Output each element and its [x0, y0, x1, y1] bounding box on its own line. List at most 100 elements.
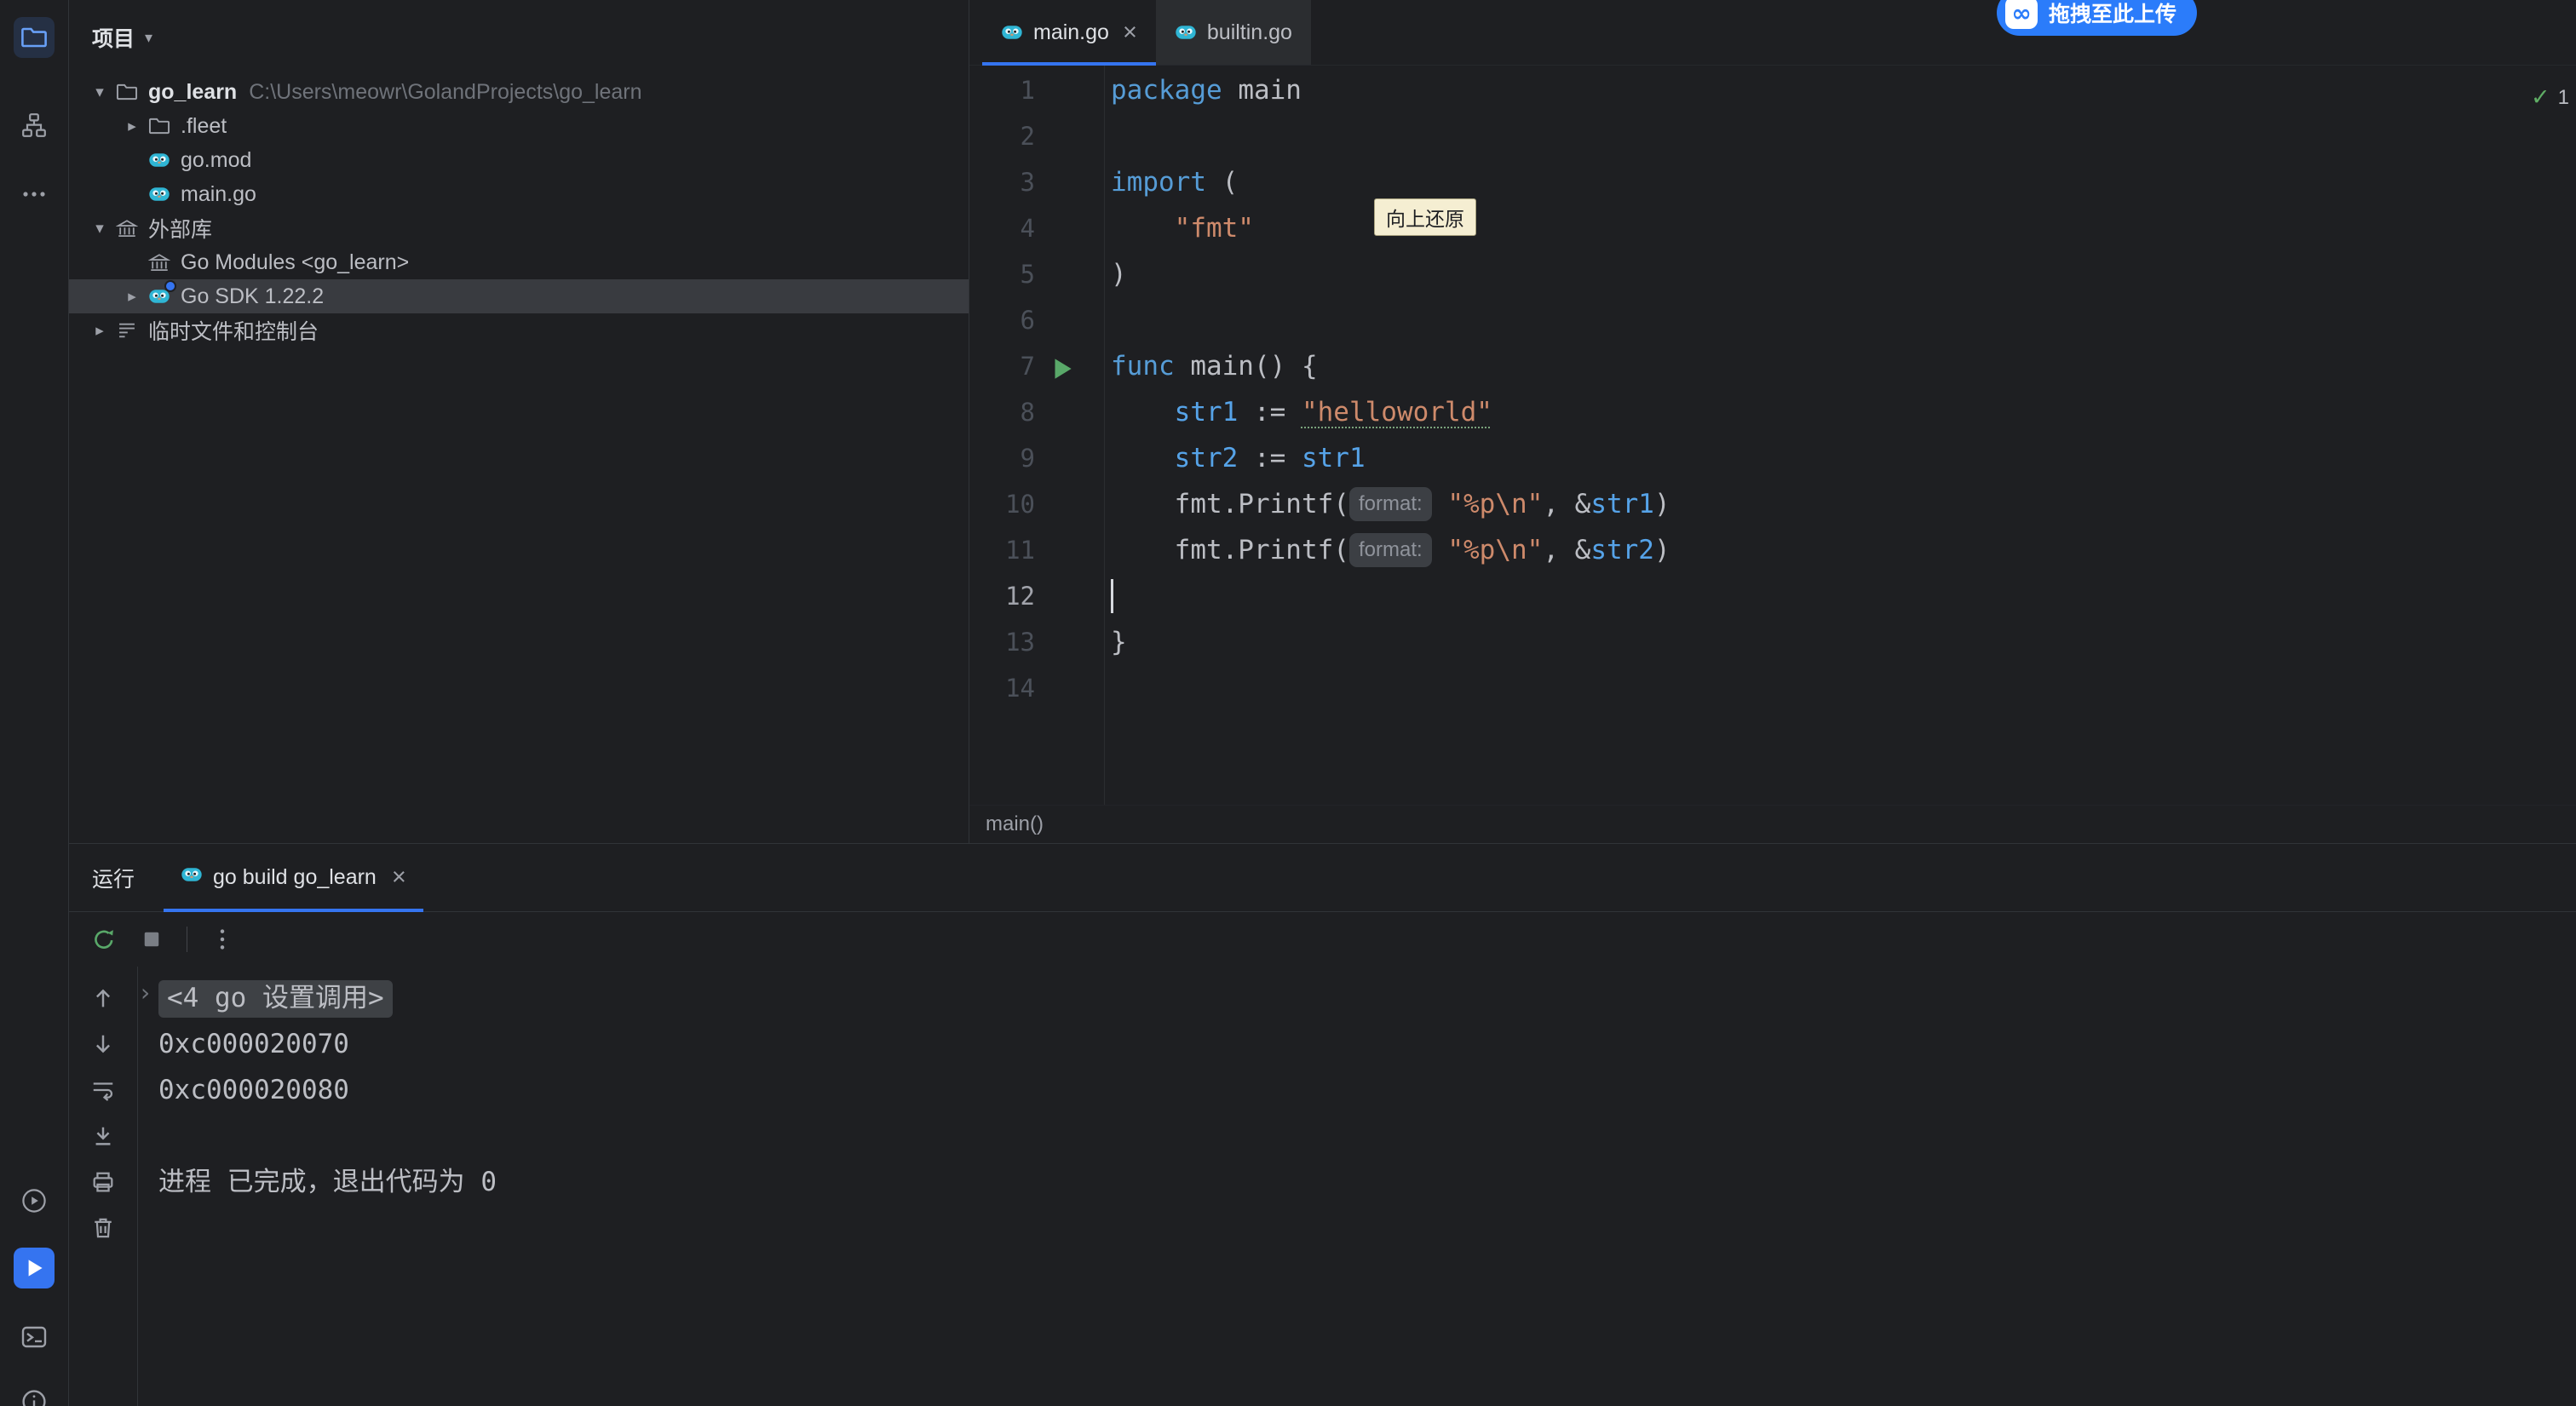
- code-token: :=: [1238, 443, 1302, 473]
- activity-more-button[interactable]: [14, 174, 55, 215]
- activity-terminal-button[interactable]: [14, 1317, 55, 1357]
- scroll-to-end-button[interactable]: [84, 1117, 122, 1155]
- console-toolbar: [69, 967, 138, 1406]
- terminal-icon: [20, 1323, 48, 1351]
- code-token: main: [1222, 75, 1302, 106]
- console-line: <4 go 设置调用>: [158, 975, 2576, 1021]
- code-token: }: [1111, 627, 1127, 657]
- line-number-6: 6: [969, 297, 1104, 343]
- tree-item-go-sdk[interactable]: ▸Go SDK 1.22.2: [69, 279, 969, 313]
- printer-button[interactable]: [84, 1163, 122, 1201]
- close-tab-icon[interactable]: ×: [392, 865, 406, 890]
- code-token: main() {: [1175, 351, 1318, 382]
- line-number-1: 1: [969, 67, 1104, 113]
- gutter-separator: [1104, 66, 1105, 805]
- run-tool-window: 运行 go build go_learn × › <4 go 设置调用>0xc0…: [69, 843, 2576, 1406]
- code-token: str2: [1175, 443, 1239, 473]
- code-area[interactable]: package mainimport ( "fmt")func main() {…: [1111, 67, 2576, 711]
- expand-icon[interactable]: ›: [141, 978, 150, 1007]
- go-file-icon: [147, 181, 172, 207]
- code-token: :=: [1238, 397, 1302, 428]
- tree-item-label: 临时文件和控制台: [148, 315, 319, 346]
- stop-button[interactable]: [132, 920, 171, 959]
- line-number-8: 8: [969, 389, 1104, 435]
- code-token: [1111, 397, 1175, 428]
- run-toolbar: [69, 912, 2576, 967]
- inspections-widget[interactable]: ✓ 1: [2531, 84, 2569, 111]
- soft-wrap-icon: [90, 1077, 116, 1103]
- run-tab[interactable]: go build go_learn ×: [164, 844, 423, 911]
- console-line: [158, 1113, 2576, 1159]
- breadcrumb-item[interactable]: main(): [986, 812, 1044, 836]
- editor-tab-builtin.go[interactable]: builtin.go: [1156, 0, 1311, 65]
- soft-wrap-button[interactable]: [84, 1071, 122, 1109]
- line-number-2: 2: [969, 113, 1104, 159]
- tree-item-go-modules[interactable]: Go Modules <go_learn>: [69, 245, 969, 279]
- line-number-7: 7: [969, 343, 1104, 389]
- editor-gutter: 1234567891011121314: [969, 67, 1104, 711]
- editor-tab-label: builtin.go: [1207, 20, 1292, 45]
- code-line-2: [1111, 113, 2576, 159]
- inlay-hint: format:: [1349, 487, 1432, 521]
- chevron-right-icon[interactable]: ▸: [118, 287, 147, 306]
- more-vertical-button[interactable]: [203, 920, 242, 959]
- upload-logo-icon: ∞: [2005, 0, 2038, 29]
- activity-run-outline-button[interactable]: [14, 1180, 55, 1221]
- folder-icon: [147, 113, 172, 139]
- activity-run-tool-button[interactable]: [14, 1248, 55, 1288]
- editor-tab-main.go[interactable]: main.go×: [982, 0, 1156, 65]
- code-line-13: }: [1111, 619, 2576, 665]
- tree-item-label: 外部库: [148, 213, 212, 244]
- code-token: fmt.Printf(: [1111, 489, 1349, 519]
- console-output[interactable]: › <4 go 设置调用>0xc0000200700xc000020080进程 …: [138, 967, 2576, 1406]
- code-token: ): [1654, 535, 1670, 565]
- goland-window: 项目 ▾ ▾go_learnC:\Users\meowr\GolandProje…: [0, 0, 2576, 1406]
- tree-item-go-mod[interactable]: go.mod: [69, 143, 969, 177]
- code-line-4: "fmt": [1111, 205, 2576, 251]
- tree-item-go-learn[interactable]: ▾go_learnC:\Users\meowr\GolandProjects\g…: [69, 75, 969, 109]
- go-sdk-icon: [147, 284, 172, 309]
- chevron-right-icon[interactable]: ▸: [118, 117, 147, 135]
- arrow-down-button[interactable]: [84, 1025, 122, 1063]
- tree-item-fleet[interactable]: ▸ .fleet: [69, 109, 969, 143]
- arrow-down-icon: [90, 1031, 116, 1057]
- code-token: (: [1206, 167, 1238, 198]
- activity-project-folder-button[interactable]: [14, 17, 55, 58]
- trash-button[interactable]: [84, 1209, 122, 1247]
- tree-item-external-libraries[interactable]: ▾ 外部库: [69, 211, 969, 245]
- editor-tab-bar: main.go× builtin.go: [969, 0, 2576, 66]
- rerun-button[interactable]: [84, 920, 124, 959]
- run-line-icon[interactable]: [1048, 352, 1077, 381]
- activity-structure-button[interactable]: [14, 105, 55, 146]
- code-line-7: func main() {: [1111, 343, 2576, 389]
- stop-icon: [139, 927, 164, 952]
- console-line: 0xc000020070: [158, 1021, 2576, 1067]
- code-token: "%p\n": [1447, 489, 1543, 519]
- code-line-10: fmt.Printf(format: "%p\n", &str1): [1111, 481, 2576, 527]
- tree-item-label: main.go: [181, 182, 256, 207]
- go-file-icon: [147, 147, 172, 173]
- code-token: func: [1111, 351, 1175, 382]
- code-token: import: [1111, 167, 1206, 198]
- line-number-4: 4: [969, 205, 1104, 251]
- tree-item-scratches[interactable]: ▸ 临时文件和控制台: [69, 313, 969, 347]
- chevron-down-icon[interactable]: ▾: [85, 219, 114, 238]
- code-token: fmt.Printf(: [1111, 535, 1349, 565]
- close-tab-icon[interactable]: ×: [1123, 20, 1137, 45]
- editor[interactable]: 1234567891011121314 package mainimport (…: [969, 66, 2576, 805]
- chevron-down-icon[interactable]: ▾: [85, 83, 114, 101]
- tree-item-label: Go Modules <go_learn>: [181, 250, 409, 275]
- code-line-6: [1111, 297, 2576, 343]
- tree-item-main-go[interactable]: main.go: [69, 177, 969, 211]
- code-line-9: str2 := str1: [1111, 435, 2576, 481]
- tree-item-label: .fleet: [181, 114, 227, 139]
- project-panel-header[interactable]: 项目 ▾: [69, 0, 969, 75]
- library-icon: [114, 215, 140, 241]
- chevron-right-icon[interactable]: ▸: [85, 321, 114, 340]
- code-line-8: str1 := "helloworld": [1111, 389, 2576, 435]
- more-vertical-icon: [210, 927, 235, 952]
- activity-info-button[interactable]: [14, 1381, 55, 1406]
- upload-overlay-button[interactable]: ∞ 拖拽至此上传: [1997, 0, 2197, 36]
- arrow-up-button[interactable]: [84, 979, 122, 1017]
- line-number-9: 9: [969, 435, 1104, 481]
